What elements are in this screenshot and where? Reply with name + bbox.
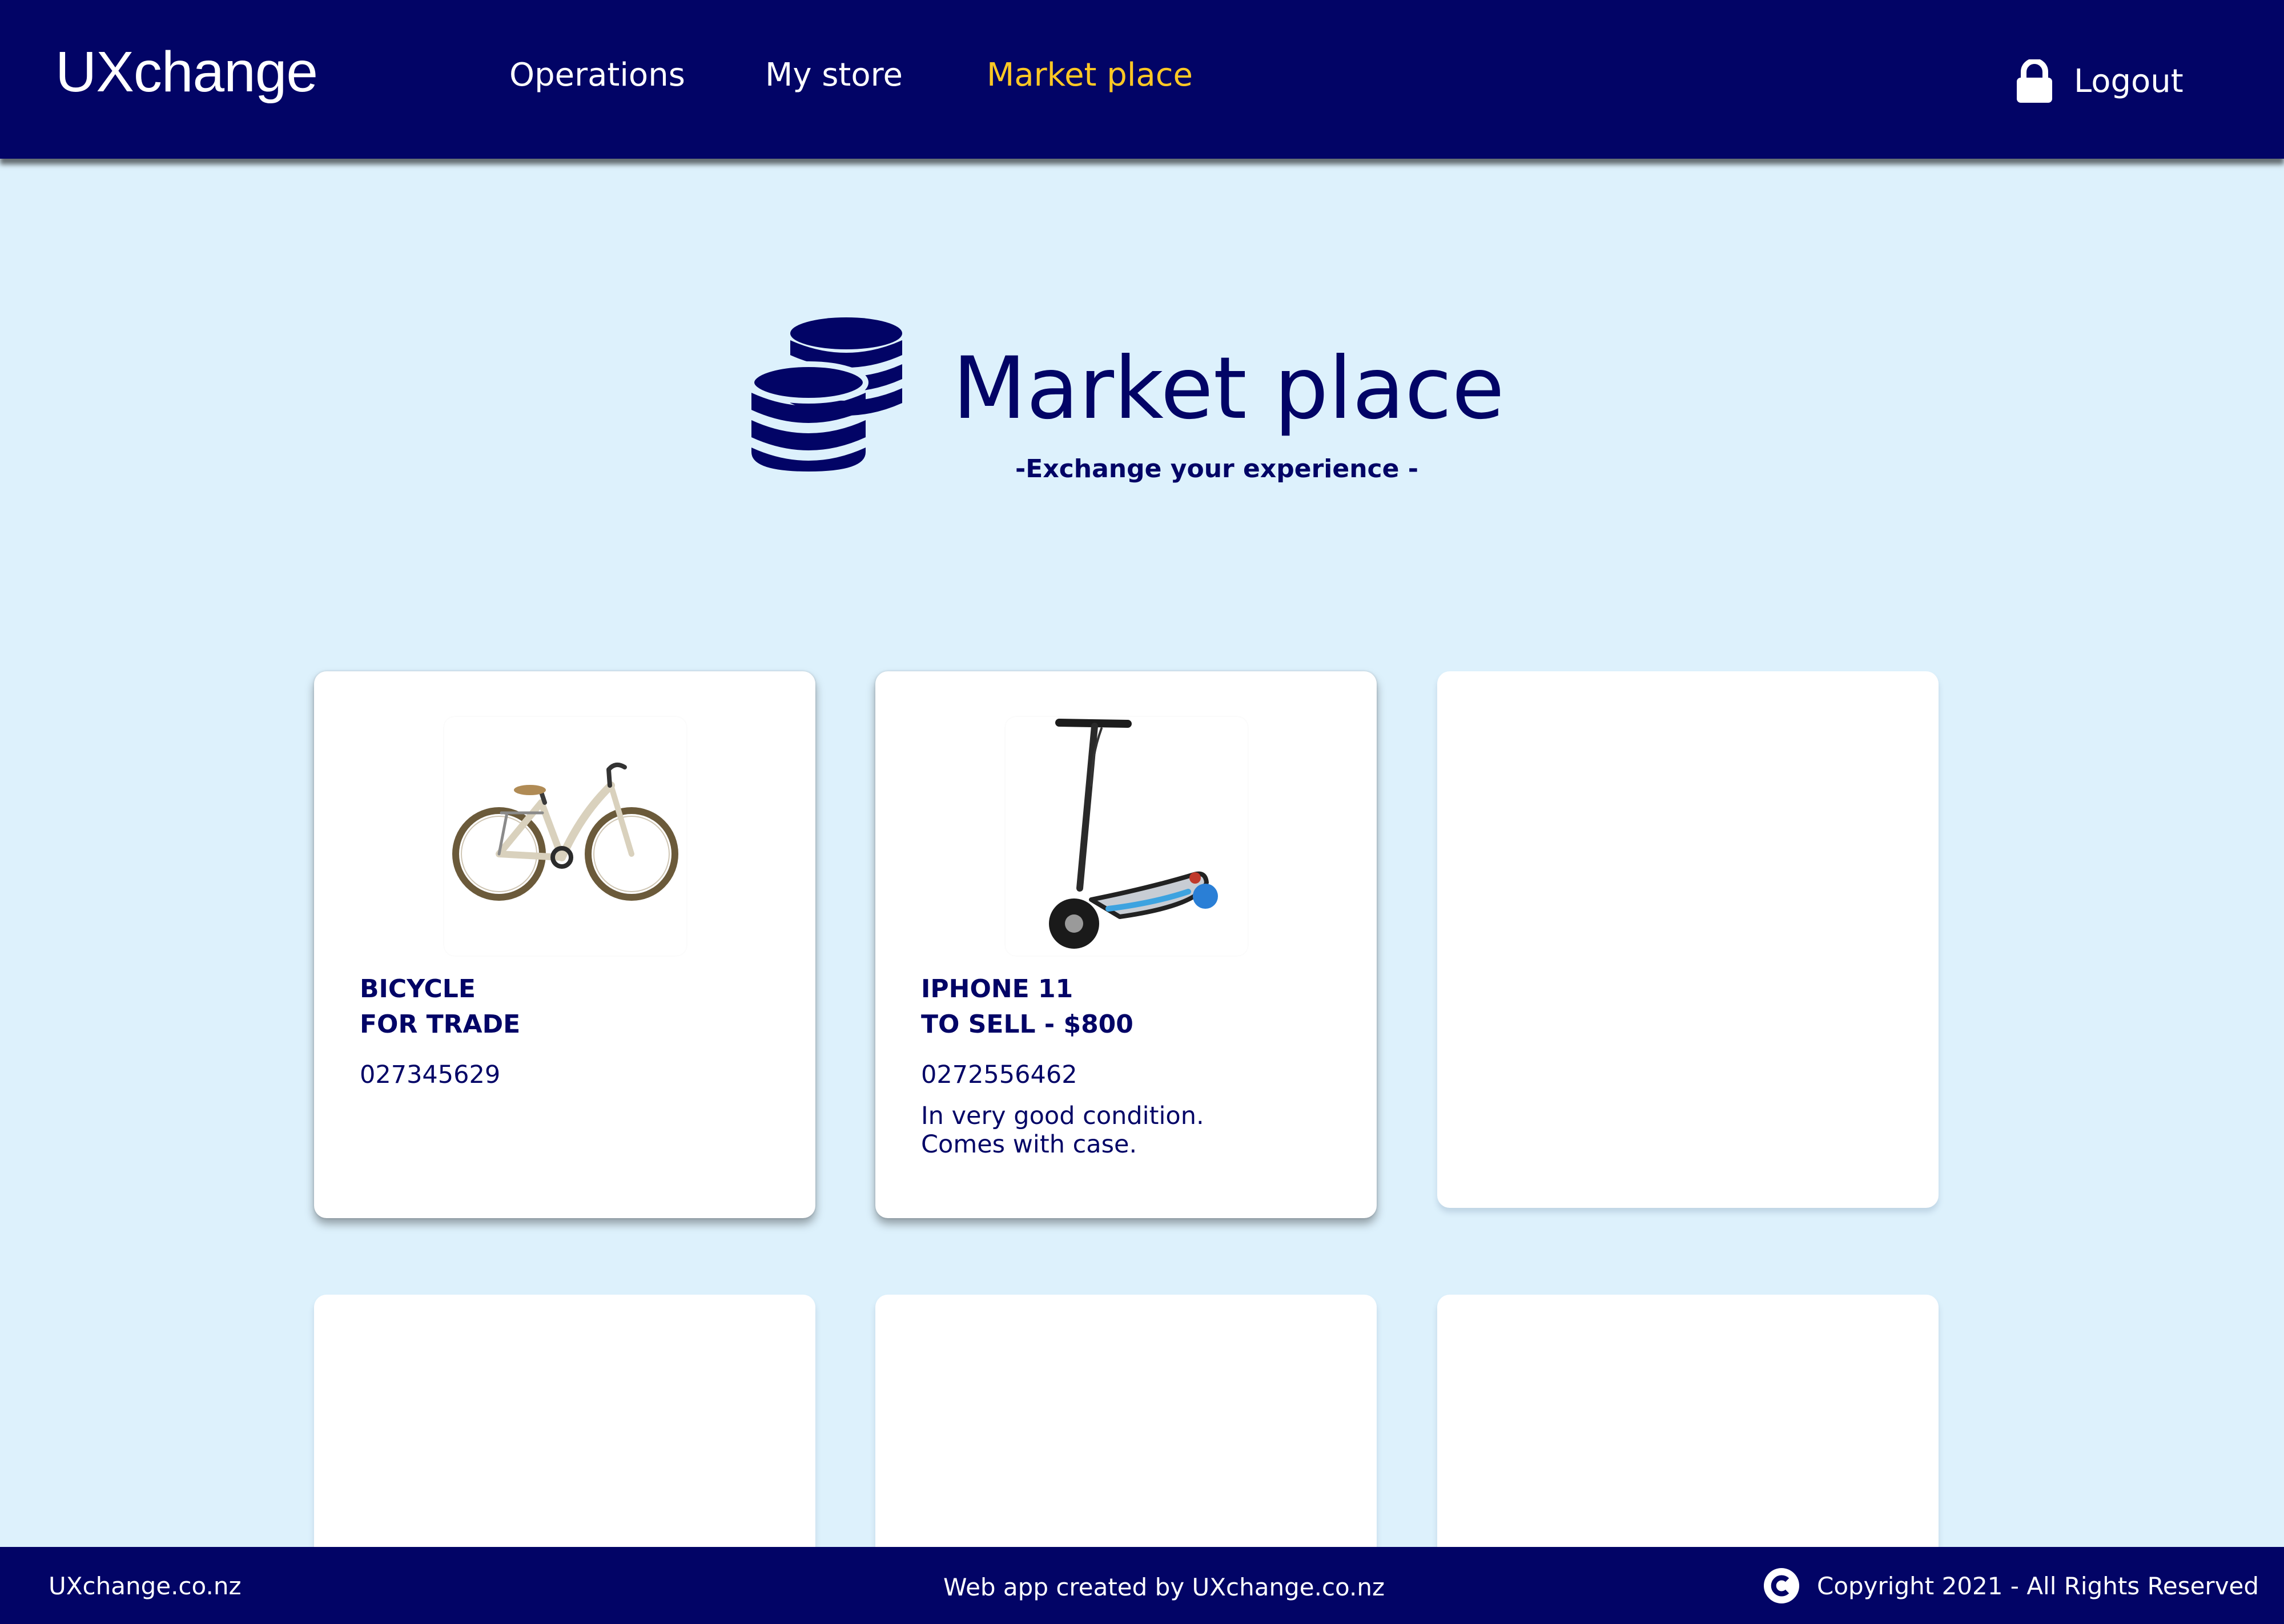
logout-button[interactable]: Logout	[2016, 56, 2184, 107]
listing-title-line1: BICYCLE	[360, 974, 476, 1004]
listing-title: IPHONE 11 TO SELL - $800	[921, 972, 1133, 1042]
brand-logo[interactable]: UXchange	[55, 43, 318, 100]
coins-icon	[751, 317, 902, 472]
listing-phone: 027345629	[360, 1061, 501, 1089]
copyright-icon	[1764, 1568, 1799, 1603]
page-title: Market place	[952, 339, 1505, 438]
nav-market-place[interactable]: Market place	[987, 59, 1193, 91]
logout-label: Logout	[2074, 63, 2184, 100]
listing-card-bicycle[interactable]: BICYCLE FOR TRADE 027345629	[314, 671, 815, 1218]
top-navigation-bar: UXchange Operations My store Market plac…	[0, 0, 2284, 159]
listing-phone: 0272556462	[921, 1061, 1077, 1089]
listing-title: BICYCLE FOR TRADE	[360, 972, 520, 1042]
page-subtitle: -Exchange your experience -	[1015, 454, 1419, 483]
footer-site-link[interactable]: UXchange.co.nz	[49, 1574, 242, 1598]
listing-title-line2: TO SELL - $800	[921, 1010, 1133, 1039]
nav-operations[interactable]: Operations	[509, 59, 685, 91]
copyright-text: Copyright 2021 - All Rights Reserved	[1817, 1571, 2259, 1600]
listing-description-line2: Comes with case.	[921, 1130, 1137, 1159]
listing-card-empty[interactable]	[1437, 671, 1939, 1208]
listing-title-line1: IPHONE 11	[921, 974, 1073, 1004]
listing-description-line1: In very good condition.	[921, 1102, 1204, 1130]
footer-copyright: Copyright 2021 - All Rights Reserved	[1763, 1567, 2259, 1604]
listing-image-bicycle	[444, 717, 686, 956]
listing-card-iphone[interactable]: IPHONE 11 TO SELL - $800 0272556462 In v…	[875, 671, 1377, 1218]
nav-my-store[interactable]: My store	[765, 59, 903, 91]
listing-image-scooter	[1006, 717, 1248, 956]
listing-title-line2: FOR TRADE	[360, 1010, 521, 1039]
lock-icon	[2017, 59, 2052, 103]
listing-description: In very good condition. Comes with case.	[921, 1102, 1204, 1159]
footer-credit: Web app created by UXchange.co.nz	[943, 1573, 1385, 1601]
footer: UXchange.co.nz Web app created by UXchan…	[0, 1547, 2284, 1624]
